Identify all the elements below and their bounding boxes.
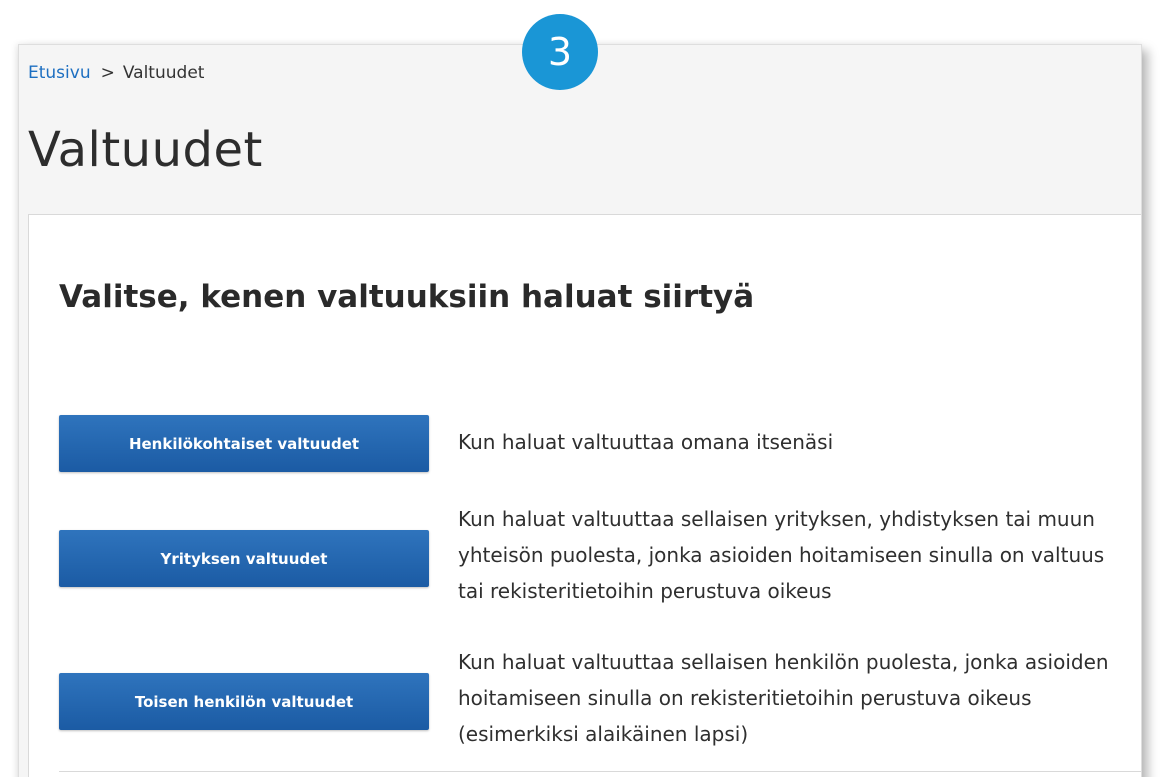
- section-divider: [59, 771, 1141, 772]
- breadcrumb-current: Valtuudet: [122, 63, 205, 83]
- breadcrumb-home-link[interactable]: Etusivu: [28, 63, 91, 83]
- company-authorizations-button[interactable]: Yrityksen valtuudet: [59, 530, 429, 587]
- card-heading: Valitse, kenen valtuuksiin haluat siirty…: [59, 279, 755, 315]
- breadcrumb-separator: >: [100, 63, 115, 83]
- authorization-choice-card: Valitse, kenen valtuuksiin haluat siirty…: [28, 214, 1141, 777]
- step-number-badge: 3: [522, 14, 598, 90]
- page-title: Valtuudet: [28, 122, 263, 178]
- breadcrumb: Etusivu > Valtuudet: [28, 63, 204, 83]
- screenshot-stage: Etusivu > Valtuudet Valtuudet Valitse, ken…: [0, 0, 1165, 777]
- other-person-authorizations-description: Kun haluat valtuuttaa sellaisen henkilön…: [458, 650, 1109, 746]
- company-authorizations-description: Kun haluat valtuuttaa sellaisen yritykse…: [458, 507, 1105, 603]
- personal-authorizations-description: Kun haluat valtuuttaa omana itsenäsi: [458, 430, 834, 454]
- page-frame: Etusivu > Valtuudet Valtuudet Valitse, ken…: [18, 44, 1142, 777]
- other-person-authorizations-button[interactable]: Toisen henkilön valtuudet: [59, 673, 429, 730]
- personal-authorizations-button[interactable]: Henkilökohtaiset valtuudet: [59, 415, 429, 472]
